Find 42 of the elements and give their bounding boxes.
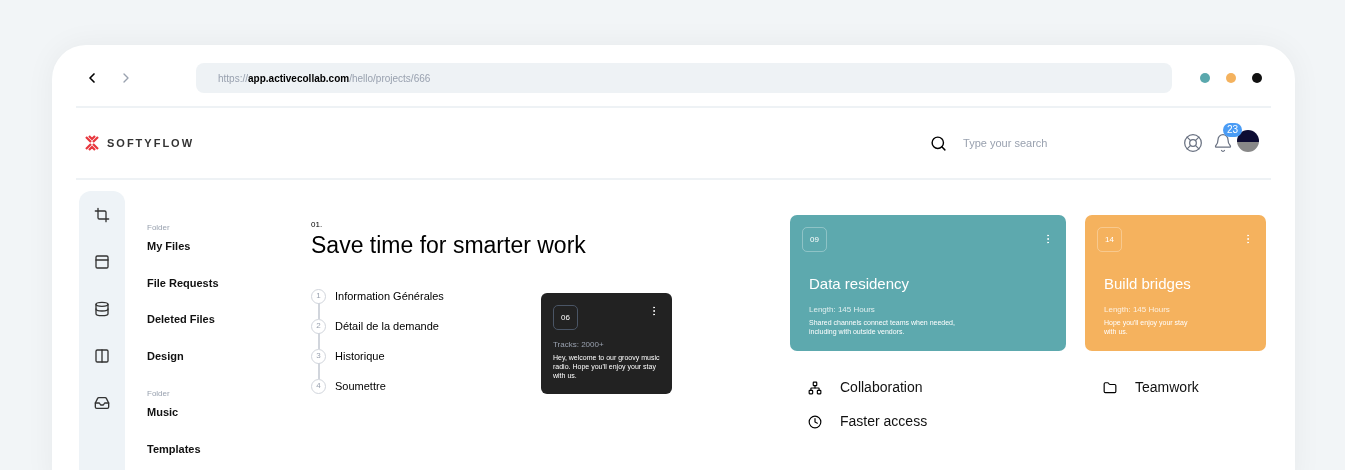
folder-label: Folder [147, 388, 171, 400]
card-number: 06 [553, 305, 578, 330]
card-title: Data residency [809, 274, 911, 294]
feature-label: Teamwork [1135, 378, 1199, 397]
url-text: https://app.activecollab.com/hello/projects/666 [218, 71, 431, 86]
search-icon[interactable] [930, 134, 948, 152]
sidebar-item[interactable]: File Requests [147, 274, 311, 291]
sidebar-item[interactable]: Deleted Files [147, 311, 311, 328]
folder-label: Folder [147, 222, 171, 234]
step-label[interactable]: Information Générales [335, 287, 444, 305]
step-label[interactable]: Détail de la demande [335, 317, 439, 335]
clock-icon [808, 414, 822, 429]
logo-text: SOFTYFLOW [107, 135, 195, 151]
card-meta: Tracks: 2000+ [553, 339, 605, 351]
inbox-icon[interactable] [94, 395, 110, 411]
crop-icon[interactable] [94, 207, 110, 223]
notification-badge: 23 [1223, 123, 1243, 137]
sidebar-item[interactable]: My Files [147, 238, 311, 255]
columns-icon[interactable] [94, 348, 110, 364]
step-label[interactable]: Soumettre [335, 377, 386, 395]
card-meta: Length: 145 Hours [809, 303, 876, 316]
address-bar[interactable]: https://app.activecollab.com/hello/projects/666 [196, 63, 1172, 93]
avatar[interactable] [1237, 130, 1260, 152]
feature-label: Collaboration [840, 378, 923, 397]
card-number: 14 [1097, 227, 1122, 252]
database-icon[interactable] [94, 301, 110, 317]
bell-icon[interactable] [1213, 133, 1234, 153]
step-label[interactable]: Historique [335, 347, 385, 365]
section-title: Save time for smarter work [311, 231, 587, 259]
feature-label: Faster access [840, 412, 928, 431]
sidebar-item[interactable]: Design [147, 347, 311, 364]
section-number: 01. [311, 219, 324, 231]
card-meta: Length: 145 Hours [1104, 303, 1171, 316]
hierarchy-icon [808, 380, 822, 395]
card-title: Build bridges [1104, 274, 1192, 294]
card-number: 09 [802, 227, 827, 252]
sidebar-item[interactable]: Music [147, 404, 311, 421]
search-field[interactable]: Type your search [963, 134, 1164, 152]
support-icon[interactable] [1183, 133, 1204, 153]
sidebar-item[interactable]: Templates [147, 440, 311, 457]
logo-icon [84, 135, 100, 151]
folder-icon [1103, 380, 1117, 395]
